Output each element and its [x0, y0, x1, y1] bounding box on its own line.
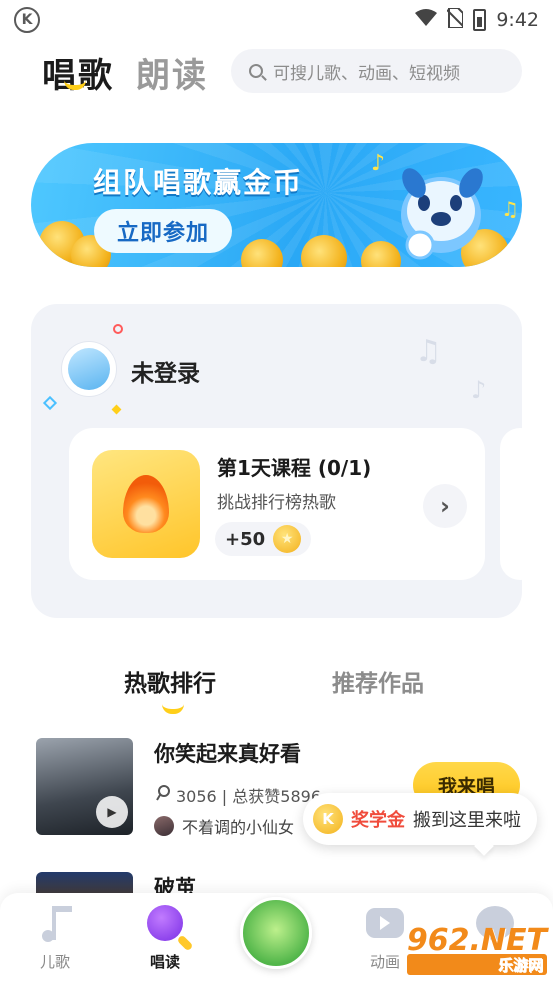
section-tabs: 热歌排行 推荐作品	[0, 664, 553, 714]
dog-mascot-icon	[401, 168, 483, 260]
tab-hot-songs[interactable]: 热歌排行	[124, 664, 216, 698]
join-now-button[interactable]: 立即参加	[94, 209, 232, 253]
center-badge-icon[interactable]	[240, 897, 312, 969]
music-note-icon	[38, 904, 72, 942]
next-course-card[interactable]	[500, 428, 522, 580]
wifi-icon	[415, 8, 438, 32]
user-name: 不着调的小仙女	[182, 818, 295, 837]
music-note-icon: ♫	[415, 334, 442, 369]
decor-diamond	[111, 404, 122, 415]
microphone-small-icon	[156, 785, 170, 805]
search-bar[interactable]: 可搜儿歌、动画、短视频	[231, 49, 522, 93]
music-note-icon: ♪	[371, 151, 386, 176]
chevron-right-icon[interactable]: ›	[423, 484, 467, 528]
music-note-icon: ♪	[471, 376, 487, 404]
battery-icon	[473, 9, 487, 31]
star-coin-icon: ★	[273, 525, 302, 553]
song-thumbnail[interactable]: ▶	[36, 738, 133, 835]
tv-play-icon	[366, 908, 404, 938]
watermark-main: 962.NET	[406, 923, 547, 958]
course-title: 第1天课程 (0/1)	[217, 456, 372, 480]
tab-read[interactable]: 朗读	[136, 48, 208, 97]
tooltip-accent: 奖学金	[351, 810, 405, 831]
active-section-indicator	[162, 704, 184, 714]
banner-title: 组队唱歌赢金币	[93, 166, 304, 199]
k-coin-icon: K	[313, 804, 343, 834]
search-icon	[249, 64, 263, 78]
tooltip-text: 搬到这里来啦	[413, 810, 521, 831]
user-avatar	[154, 816, 174, 836]
course-card[interactable]: 第1天课程 (0/1) 挑战排行榜热歌 +50 ★ ›	[69, 428, 485, 580]
nav-label: 儿歌	[39, 953, 70, 971]
decor-dot	[113, 324, 123, 334]
music-note-icon: ♫	[501, 197, 519, 221]
promo-banner[interactable]: 组队唱歌赢金币 立即参加 ♪ ♫	[31, 143, 522, 267]
status-right: 9:42	[415, 6, 539, 33]
status-time: 9:42	[496, 9, 539, 31]
flame-icon	[92, 450, 200, 558]
nav-label: 动画	[369, 953, 400, 971]
song-user: 不着调的小仙女	[154, 814, 294, 838]
search-placeholder: 可搜儿歌、动画、短视频	[273, 63, 460, 84]
song-stats-text: 3056 | 总获赞5896	[176, 787, 322, 806]
user-card: 未登录 ♫ ♪ 第1天课程 (0/1) 挑战排行榜热歌 +50 ★ ›	[31, 304, 522, 618]
song-title: 你笑起来真好看	[154, 742, 301, 766]
course-subtitle: 挑战排行榜热歌	[217, 493, 336, 513]
microphone-icon	[147, 905, 183, 941]
scholarship-tooltip[interactable]: K 奖学金 搬到这里来啦	[303, 793, 537, 845]
nav-item-nursery[interactable]: 儿歌	[15, 893, 95, 983]
play-icon[interactable]: ▶	[96, 796, 128, 828]
decor-diamond	[42, 395, 58, 411]
bottom-nav: 儿歌 唱读 动画 962.NET 乐游网	[0, 893, 553, 983]
app-k-icon: K	[14, 7, 40, 33]
reward-amount: +50	[225, 528, 266, 550]
login-status[interactable]: 未登录	[131, 354, 200, 388]
nav-label: 唱读	[149, 953, 180, 971]
nav-item-sing-read[interactable]: 唱读	[125, 893, 205, 983]
avatar[interactable]	[62, 342, 116, 396]
status-bar: K 9:42	[0, 0, 553, 40]
reward-badge: +50 ★	[215, 522, 312, 556]
site-watermark: 962.NET 乐游网	[406, 923, 547, 975]
top-tabs: 唱歌 朗读	[42, 48, 208, 97]
tab-recommended[interactable]: 推荐作品	[332, 664, 424, 698]
song-stats: 3056 | 总获赞5896	[156, 783, 321, 807]
no-sim-icon	[446, 6, 465, 33]
